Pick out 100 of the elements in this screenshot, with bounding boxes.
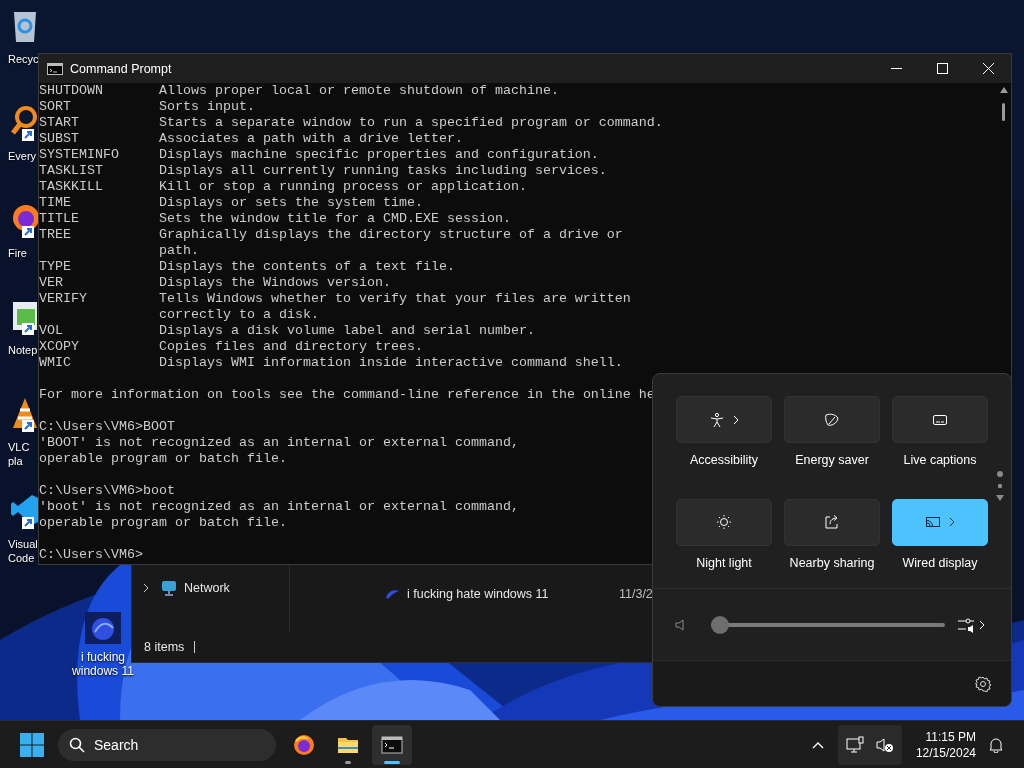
terminal-line: 'boot' is not recognized as an internal or external command, [39, 499, 519, 515]
toggle-tile[interactable] [892, 498, 988, 546]
notepad-icon[interactable] [10, 299, 40, 335]
icon-label[interactable]: pla [8, 454, 23, 468]
icon-label[interactable]: Recyc [8, 52, 39, 66]
command-description: Sorts input. [158, 99, 255, 115]
icon-label[interactable]: Code [8, 551, 35, 565]
close-icon [982, 63, 994, 74]
terminal-line: operable program or batch file. [39, 515, 287, 531]
command-name: VERIFY [39, 291, 88, 308]
command-name: VOL [39, 323, 64, 339]
image-file-icon [384, 588, 400, 600]
command-name: START [39, 115, 80, 131]
command-description: Allows proper local or remote shutdown of machine. [158, 83, 559, 99]
image-icon[interactable] [85, 612, 121, 644]
code-editor-icon[interactable] [10, 493, 40, 529]
command-name: SUBST [39, 131, 80, 147]
person-icon [709, 411, 725, 428]
cast-icon [925, 514, 941, 530]
terminal-line: C:\Users\VM6>BOOT [39, 419, 175, 435]
command-description: Tells Windows whether to verify that your files are written correctly to a disk. [158, 291, 631, 323]
network-icon [160, 580, 178, 596]
command-name: XCOPY [39, 339, 80, 355]
command-name: SORT [39, 99, 72, 115]
icon-label[interactable]: Every [8, 149, 37, 163]
terminal-line: C:\Users\VM6> [39, 547, 143, 563]
terminal-line: operable program or batch file. [39, 451, 287, 467]
chevron-up-icon[interactable] [811, 740, 824, 749]
nav-item-label[interactable]: Network [184, 581, 230, 595]
file-name[interactable]: i fucking hate windows 11 [407, 587, 619, 601]
command-description: Displays the contents of a text file. [158, 259, 455, 275]
network-icon [845, 735, 864, 754]
command-description: Displays or sets the system time. [158, 195, 423, 211]
icon-label[interactable]: VLC [8, 440, 30, 454]
clock-time[interactable]: 11:15 PM [925, 728, 976, 745]
command-description: Graphically displays the directory structure of a drive or path. [158, 227, 623, 259]
command-name: TYPE [39, 259, 72, 275]
command-name: TASKKILL [39, 179, 104, 195]
command-description: Displays a disk volume label and serial number. [158, 323, 535, 339]
icon-label[interactable]: Fire [8, 246, 27, 260]
terminal-line: 'BOOT' is not recognized as an internal or external command, [39, 435, 519, 451]
command-description: Starts a separate window to run a specified program or command. [158, 115, 663, 131]
command-name: WMIC [39, 355, 72, 371]
command-name: TITLE [39, 211, 80, 227]
start-button[interactable] [19, 731, 45, 758]
chevron-right-icon [733, 414, 739, 425]
magnifier-icon[interactable] [10, 105, 40, 141]
icon-label[interactable]: windows 11 [72, 664, 134, 678]
command-description: Displays machine specific properties and configuration. [158, 147, 599, 163]
traffic-cone-icon[interactable] [10, 396, 40, 432]
command-name: TREE [39, 227, 72, 244]
command-description: Sets the window title for a CMD.EXE session. [158, 211, 511, 227]
chevron-right-icon[interactable] [142, 583, 150, 593]
tray-button[interactable] [837, 724, 902, 765]
clock-date[interactable]: 12/15/2024 [915, 744, 976, 761]
icon-label[interactable]: i fucking [81, 650, 125, 664]
terminal-icon [47, 62, 63, 75]
scroll-up-icon[interactable] [1000, 87, 1008, 93]
tile-label: Night light [696, 555, 752, 570]
icon-label[interactable]: Visual [8, 537, 38, 551]
tile-label: Energy saver [795, 453, 869, 467]
browser-icon[interactable] [10, 202, 40, 238]
volume-slider[interactable] [711, 615, 945, 634]
command-description: Displays the Windows version. [158, 275, 391, 291]
toggle-tile[interactable] [676, 396, 772, 443]
slider-thumb[interactable] [711, 615, 729, 634]
sun-icon [716, 514, 732, 530]
command-name: VER [39, 275, 64, 291]
taskbar-app-button[interactable] [372, 724, 412, 765]
maximize-icon [936, 63, 948, 74]
tile-label: Accessibility [689, 453, 759, 467]
command-description: Displays all currently running tasks including services. [158, 163, 607, 179]
icon-label[interactable]: Notep [8, 343, 38, 357]
toggle-tile[interactable] [784, 498, 880, 546]
settings-icon[interactable] [975, 675, 991, 692]
search-field[interactable]: Search [58, 728, 276, 761]
command-description: Copies files and directory trees. [158, 339, 423, 355]
speaker-muted-icon [875, 735, 894, 754]
toggle-tile[interactable] [892, 396, 988, 443]
scrollbar-thumb[interactable] [1002, 103, 1005, 121]
window-title: Command Prompt [70, 61, 173, 76]
file-date: 11/3/2 [619, 587, 653, 601]
toggle-tile[interactable] [676, 498, 772, 546]
browser-icon [292, 732, 316, 757]
tile-label: Wired display [902, 555, 978, 570]
search-icon [69, 736, 85, 753]
command-name: SHUTDOWN [39, 83, 104, 99]
item-count: 8 items [144, 640, 185, 654]
leaf-icon [824, 411, 840, 428]
chevron-right-icon [949, 517, 955, 527]
command-name: SYSTEMINFO [39, 147, 120, 163]
share-icon [824, 514, 840, 530]
command-description: Associates a path with a drive letter. [158, 131, 463, 147]
notification-icon[interactable] [988, 736, 1004, 753]
command-name: TASKLIST [39, 163, 104, 179]
tile-label: Nearby sharing [789, 555, 875, 570]
command-description: Kill or stop a running process or application. [158, 179, 527, 195]
toggle-tile[interactable] [784, 396, 880, 443]
audio-mixer-icon[interactable] [957, 616, 975, 633]
terminal-line: C:\Users\VM6>boot [39, 483, 175, 499]
